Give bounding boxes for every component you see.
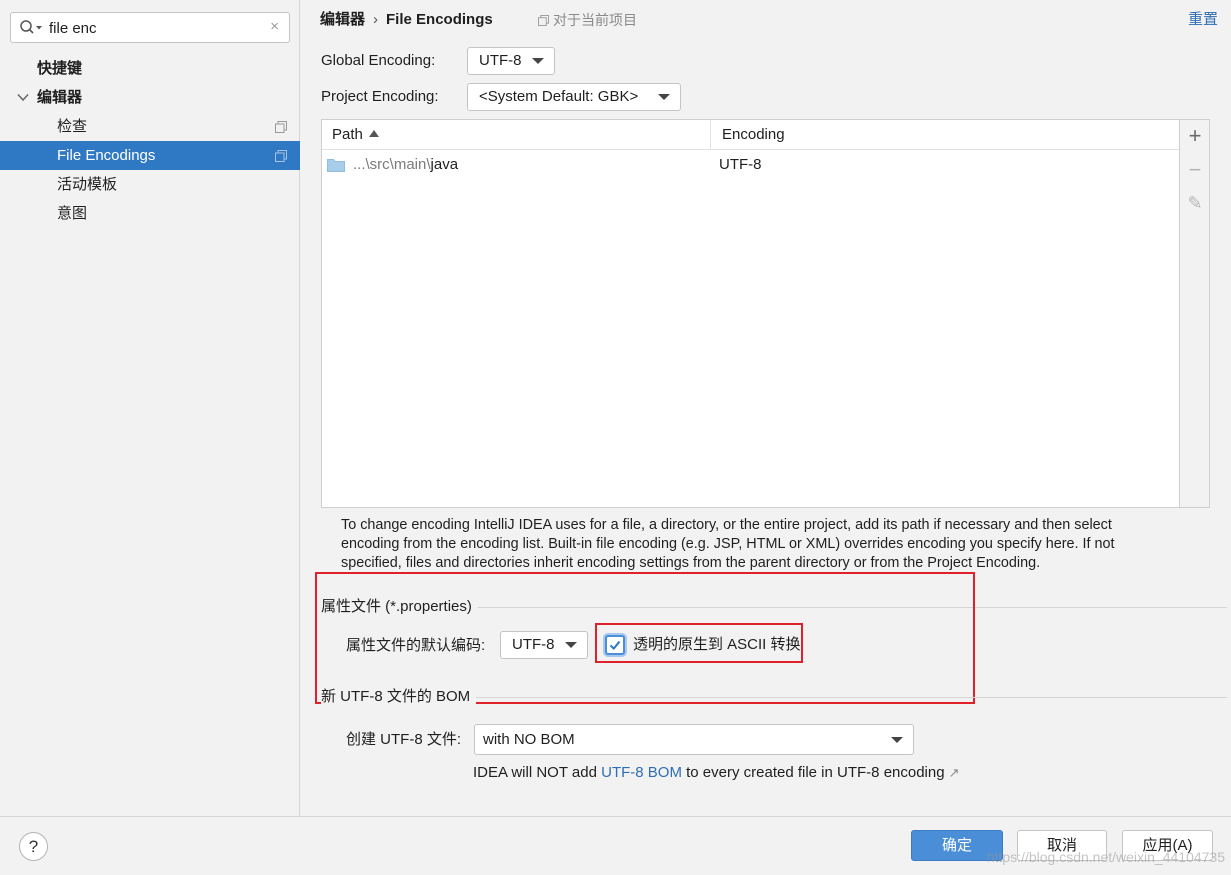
- scope-hint: 对于当前项目: [538, 10, 637, 30]
- add-icon[interactable]: +: [1185, 125, 1205, 147]
- edit-icon[interactable]: ✎: [1185, 193, 1205, 213]
- column-header-label: Encoding: [722, 126, 785, 143]
- reset-link[interactable]: 重置: [1188, 10, 1218, 30]
- settings-search-box[interactable]: ×: [10, 12, 290, 43]
- search-icon[interactable]: [19, 19, 43, 37]
- settings-content: 编辑器 › File Encodings 对于当前项目 重置 Global Enco…: [301, 0, 1231, 816]
- path-encoding-table[interactable]: Path Encoding ...\src\main\java UTF-8: [321, 119, 1180, 508]
- table-row[interactable]: ...\src\main\java UTF-8: [322, 151, 1179, 179]
- folder-icon: [327, 159, 345, 172]
- bom-section-title: 新 UTF-8 文件的 BOM: [321, 687, 477, 707]
- column-header-encoding[interactable]: Encoding: [712, 120, 1179, 150]
- column-header-path[interactable]: Path: [322, 120, 711, 150]
- sidebar-item-label: 快捷键: [37, 60, 83, 77]
- remove-icon[interactable]: −: [1185, 159, 1205, 181]
- project-scope-icon: [275, 150, 287, 162]
- create-utf8-label: 创建 UTF-8 文件:: [346, 731, 461, 748]
- scope-label: 对于当前项目: [553, 12, 637, 28]
- bom-select[interactable]: with NO BOM: [474, 724, 914, 755]
- chevron-down-icon: [565, 642, 577, 648]
- table-toolbar: + − ✎: [1180, 119, 1210, 508]
- sort-ascending-icon: [368, 130, 379, 137]
- sidebar-item-inspections[interactable]: 检查: [0, 112, 300, 141]
- table-header: Path Encoding: [322, 120, 1179, 150]
- sidebar-item-editor[interactable]: 编辑器: [0, 83, 300, 112]
- bom-select-value: with NO BOM: [483, 731, 575, 748]
- sidebar-item-file-encodings[interactable]: File Encodings: [0, 141, 300, 170]
- bom-note: IDEA will NOT add UTF-8 BOM to every cre…: [473, 763, 959, 783]
- properties-encoding-select[interactable]: UTF-8: [500, 631, 588, 659]
- breadcrumb-parent[interactable]: 编辑器: [320, 11, 365, 28]
- project-scope-icon: [538, 15, 549, 26]
- properties-encoding-value: UTF-8: [512, 636, 555, 653]
- sidebar-item-keymap[interactable]: 快捷键: [0, 54, 300, 83]
- checkmark-icon: [609, 640, 621, 650]
- settings-search-input[interactable]: [49, 17, 259, 39]
- row-path: ...\src\main\java: [353, 151, 458, 179]
- clear-search-icon[interactable]: ×: [270, 18, 279, 35]
- sidebar-item-live-templates[interactable]: 活动模板: [0, 170, 300, 199]
- project-encoding-value: <System Default: GBK>: [479, 88, 639, 105]
- watermark-text: https://blog.csdn.net/weixin_44104735: [986, 849, 1225, 865]
- sidebar-item-label: 意图: [57, 205, 88, 222]
- breadcrumb-separator: ›: [373, 11, 379, 28]
- external-link-icon[interactable]: ↗: [949, 765, 960, 780]
- bom-note-text: to every created file in UTF-8 encoding: [681, 764, 945, 781]
- sidebar-item-label: File Encodings: [57, 147, 156, 164]
- dialog-footer: ? 确定 取消 应用(A) https://blog.csdn.net/weix…: [0, 816, 1231, 875]
- breadcrumb: 编辑器 › File Encodings: [320, 10, 493, 30]
- chevron-down-icon: [658, 94, 670, 100]
- chevron-down-icon: [532, 58, 544, 64]
- page-title: File Encodings: [386, 11, 493, 28]
- global-encoding-select[interactable]: UTF-8: [467, 47, 555, 75]
- project-encoding-label: Project Encoding:: [321, 88, 439, 105]
- help-button[interactable]: ?: [19, 832, 48, 861]
- properties-default-encoding-label: 属性文件的默认编码:: [346, 637, 486, 654]
- bom-note-text: IDEA will NOT add: [473, 764, 602, 781]
- settings-sidebar: × 快捷键 编辑器 检查 File Encodings 活动模板 意图: [0, 0, 300, 816]
- global-encoding-label: Global Encoding:: [321, 52, 436, 69]
- global-encoding-value: UTF-8: [479, 52, 522, 69]
- row-path-prefix: ...\src\main\: [353, 156, 431, 173]
- column-header-label: Path: [332, 126, 363, 143]
- row-path-leaf: java: [430, 156, 459, 173]
- sidebar-item-label: 编辑器: [37, 89, 83, 106]
- sidebar-item-label: 活动模板: [57, 176, 118, 193]
- sidebar-item-label: 检查: [57, 118, 88, 135]
- properties-section-title: 属性文件 (*.properties): [321, 597, 478, 617]
- project-scope-icon: [275, 121, 287, 133]
- encoding-help-text: To change encoding IntelliJ IDEA uses fo…: [341, 517, 1115, 571]
- row-encoding[interactable]: UTF-8: [719, 151, 762, 179]
- sidebar-item-intentions[interactable]: 意图: [0, 199, 300, 228]
- chevron-down-icon[interactable]: [17, 93, 29, 102]
- native-to-ascii-checkbox[interactable]: [605, 635, 625, 655]
- utf8-bom-link[interactable]: UTF-8 BOM: [601, 764, 682, 781]
- project-encoding-select[interactable]: <System Default: GBK>: [467, 83, 681, 111]
- native-to-ascii-label: 透明的原生到 ASCII 转换: [633, 636, 801, 653]
- chevron-down-icon: [891, 737, 903, 743]
